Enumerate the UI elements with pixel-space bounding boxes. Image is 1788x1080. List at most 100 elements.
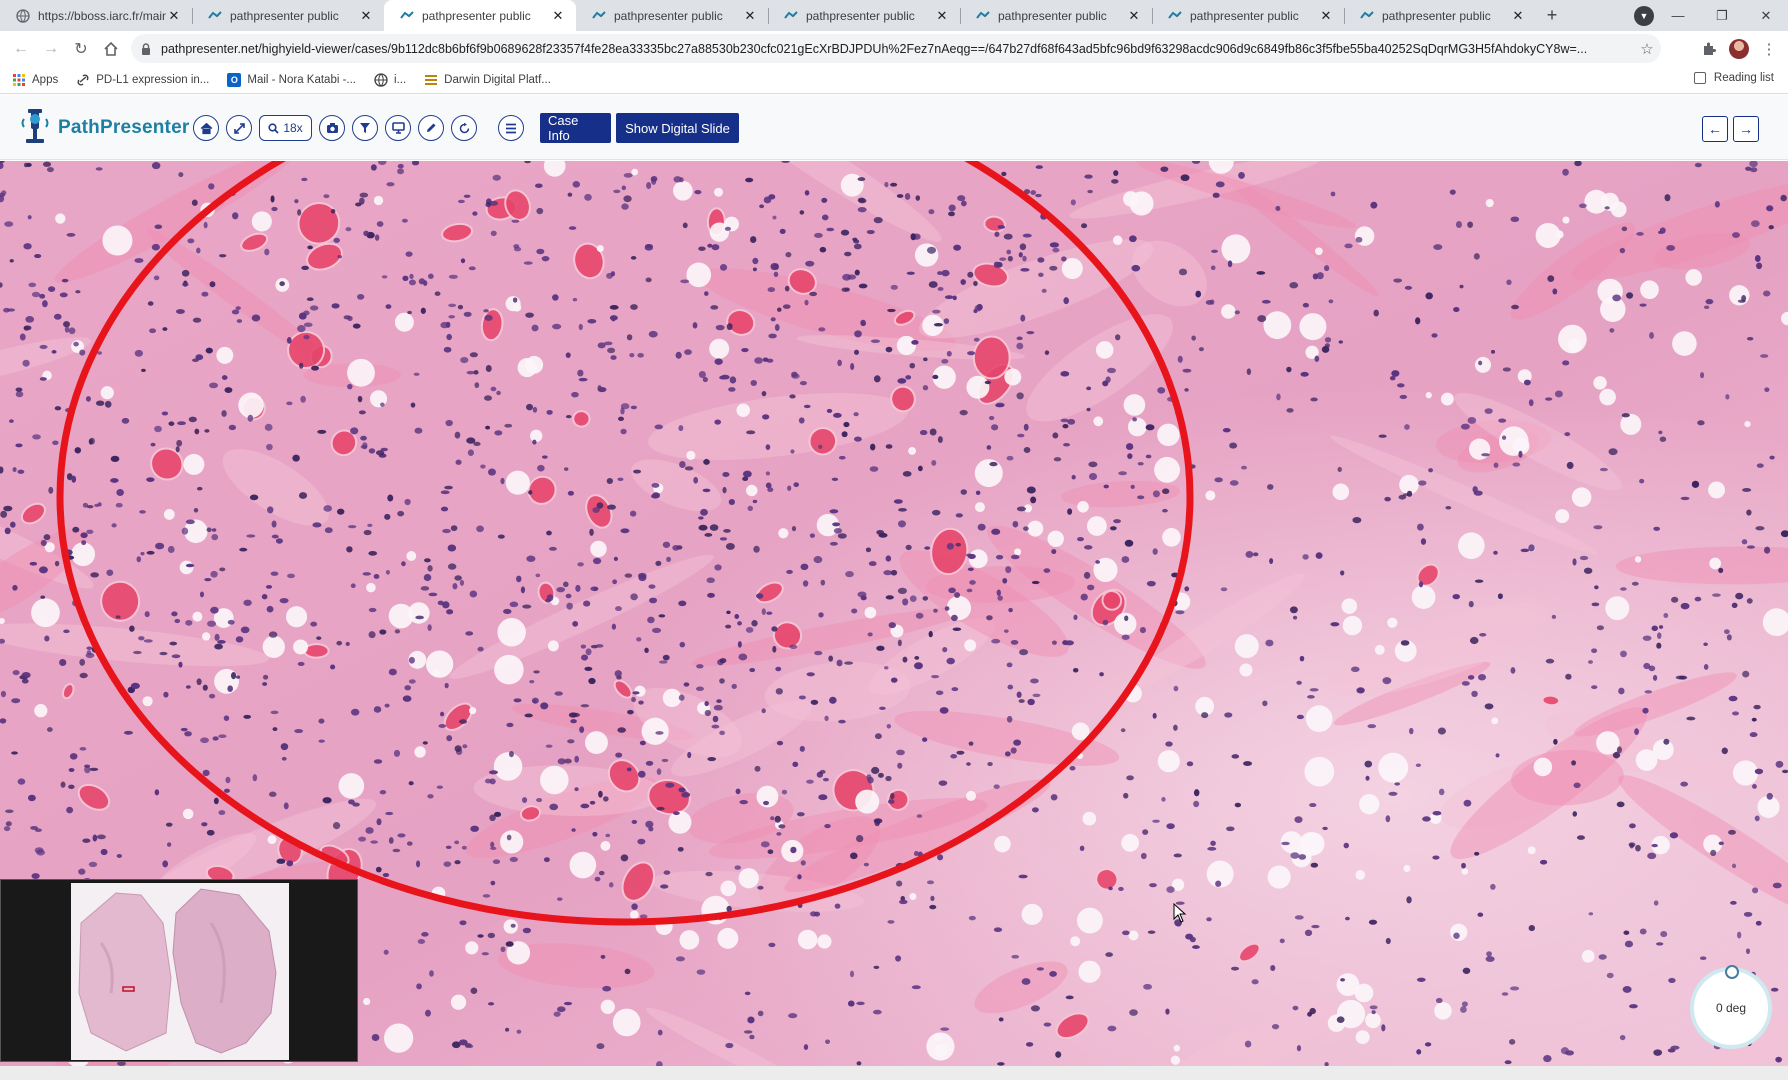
- menu-kebab-icon[interactable]: ⋮: [1754, 34, 1784, 63]
- address-bar[interactable]: pathpresenter.net/highyield-viewer/cases…: [131, 34, 1661, 63]
- rotation-dial[interactable]: 0 deg: [1690, 965, 1772, 1049]
- browser-tab[interactable]: https://bboss.iarc.fr/main.p ✕: [0, 0, 192, 31]
- annotate-button[interactable]: [418, 115, 444, 141]
- minimap-thumbnail: [71, 883, 289, 1060]
- tab-title: pathpresenter public: [1190, 8, 1299, 23]
- browser-tab[interactable]: pathpresenter public ✕: [768, 0, 960, 31]
- show-digital-slide-button[interactable]: Show Digital Slide: [616, 113, 739, 143]
- new-tab-button[interactable]: +: [1536, 0, 1568, 31]
- previous-case-button[interactable]: ←: [1702, 116, 1728, 142]
- close-tab-icon[interactable]: ✕: [1126, 8, 1142, 24]
- window-controls: — ❐ ✕: [1656, 0, 1788, 31]
- case-info-button[interactable]: Case Info: [540, 113, 611, 143]
- slide-viewport[interactable]: 0 deg: [0, 161, 1788, 1066]
- outlook-icon: O: [227, 72, 242, 87]
- extensions-icon[interactable]: [1694, 34, 1724, 63]
- close-tab-icon[interactable]: ✕: [934, 8, 950, 24]
- link-icon: [76, 73, 90, 87]
- pathpresenter-favicon: [1168, 9, 1182, 23]
- darwin-icon: [424, 73, 438, 87]
- close-tab-icon[interactable]: ✕: [550, 8, 566, 24]
- bookmark-globe[interactable]: i...: [374, 72, 407, 87]
- reload-icon[interactable]: ↻: [66, 34, 96, 64]
- bookmark-darwin[interactable]: Darwin Digital Platf...: [424, 73, 551, 87]
- browser-toolbar: ← → ↻ pathpresenter.net/highyield-viewer…: [0, 31, 1788, 66]
- rotation-handle[interactable]: [1725, 965, 1739, 979]
- apps-grid-icon: [12, 73, 26, 87]
- globe-icon: [374, 72, 388, 87]
- tissue-thumbnail: [78, 888, 277, 1054]
- forward-icon[interactable]: →: [36, 34, 66, 64]
- next-case-button[interactable]: →: [1733, 116, 1759, 142]
- browser-tab[interactable]: pathpresenter public ✕: [960, 0, 1152, 31]
- bookmark-label: i...: [394, 73, 407, 86]
- browser-window: https://bboss.iarc.fr/main.p ✕ pathprese…: [0, 0, 1788, 1080]
- browser-tab[interactable]: pathpresenter public ✕: [1152, 0, 1344, 31]
- reading-list-icon: [1693, 72, 1706, 84]
- expand-icon: [233, 122, 245, 134]
- pathpresenter-favicon: [976, 9, 990, 23]
- browser-tab-active[interactable]: pathpresenter public ✕: [384, 0, 576, 31]
- slide-overview-minimap[interactable]: [0, 879, 358, 1062]
- pathpresenter-favicon: [1360, 9, 1374, 23]
- home-icon[interactable]: [96, 34, 126, 64]
- bookmarks-bar: Apps PD-L1 expression in... O Mail - Nor…: [0, 66, 1788, 94]
- back-icon[interactable]: ←: [6, 34, 36, 64]
- bookmark-pdl1[interactable]: PD-L1 expression in...: [76, 73, 209, 87]
- restore-icon[interactable]: ❐: [1700, 0, 1744, 31]
- tab-title: pathpresenter public: [422, 8, 531, 23]
- close-tab-icon[interactable]: ✕: [742, 8, 758, 24]
- viewer-toolbar: PathPresenter 18x Case Info Show Digital…: [0, 95, 1788, 160]
- zoom-level-button[interactable]: 18x: [259, 115, 312, 141]
- microscope-logo-icon: [18, 109, 52, 147]
- bookmark-apps[interactable]: Apps: [12, 73, 58, 87]
- magnifier-icon: [268, 122, 279, 134]
- bookmark-label: Apps: [32, 73, 59, 86]
- rotate-icon: [459, 122, 469, 133]
- home-view-button[interactable]: [193, 115, 219, 141]
- bookmark-label: Darwin Digital Platf...: [444, 73, 551, 86]
- tab-search-icon[interactable]: ▼: [1634, 6, 1654, 26]
- bookmark-label: Mail - Nora Katabi -...: [247, 73, 357, 86]
- tab-title: pathpresenter public: [806, 8, 915, 23]
- home-icon: [200, 122, 212, 134]
- browser-tab[interactable]: pathpresenter public ✕: [1344, 0, 1536, 31]
- arrow-left-icon: ←: [1708, 121, 1722, 137]
- camera-icon: [326, 123, 338, 133]
- close-tab-icon[interactable]: ✕: [1510, 8, 1526, 24]
- present-button[interactable]: [385, 115, 411, 141]
- pathpresenter-favicon: [208, 9, 222, 23]
- bookmark-label: PD-L1 expression in...: [96, 73, 210, 86]
- bottom-status-strip: [0, 1066, 1788, 1080]
- rotation-label: 0 deg: [1715, 1001, 1747, 1015]
- globe-icon: [16, 8, 30, 23]
- rotate-button[interactable]: [451, 115, 477, 141]
- close-window-icon[interactable]: ✕: [1744, 0, 1788, 31]
- list-button[interactable]: [498, 115, 524, 141]
- pathpresenter-logo[interactable]: PathPresenter: [18, 109, 189, 147]
- minimize-icon[interactable]: —: [1656, 0, 1700, 31]
- tab-title: https://bboss.iarc.fr/main.p: [38, 8, 166, 23]
- fullscreen-button[interactable]: [226, 115, 252, 141]
- lock-icon: [141, 42, 151, 55]
- profile-avatar[interactable]: [1729, 38, 1749, 59]
- browser-tab[interactable]: pathpresenter public ✕: [192, 0, 384, 31]
- browser-tab[interactable]: pathpresenter public ✕: [576, 0, 768, 31]
- bookmark-star-icon[interactable]: ☆: [1633, 40, 1661, 58]
- tab-title: pathpresenter public: [614, 8, 723, 23]
- toolbar-actions: ⋮: [1694, 34, 1784, 63]
- tab-strip: https://bboss.iarc.fr/main.p ✕ pathprese…: [0, 0, 1788, 31]
- filter-button[interactable]: [352, 115, 378, 141]
- list-icon: [506, 123, 516, 133]
- reading-list[interactable]: Reading list: [1693, 72, 1774, 84]
- zoom-level-text: 18x: [283, 121, 303, 135]
- url-text: pathpresenter.net/highyield-viewer/cases…: [161, 41, 1588, 56]
- close-tab-icon[interactable]: ✕: [166, 8, 182, 24]
- reading-list-label: Reading list: [1713, 72, 1774, 84]
- snapshot-button[interactable]: [319, 115, 345, 141]
- close-tab-icon[interactable]: ✕: [1318, 8, 1334, 24]
- bookmark-mail[interactable]: O Mail - Nora Katabi -...: [227, 72, 357, 87]
- close-tab-icon[interactable]: ✕: [358, 8, 374, 24]
- pathpresenter-favicon: [784, 9, 798, 23]
- pencil-icon: [427, 123, 436, 132]
